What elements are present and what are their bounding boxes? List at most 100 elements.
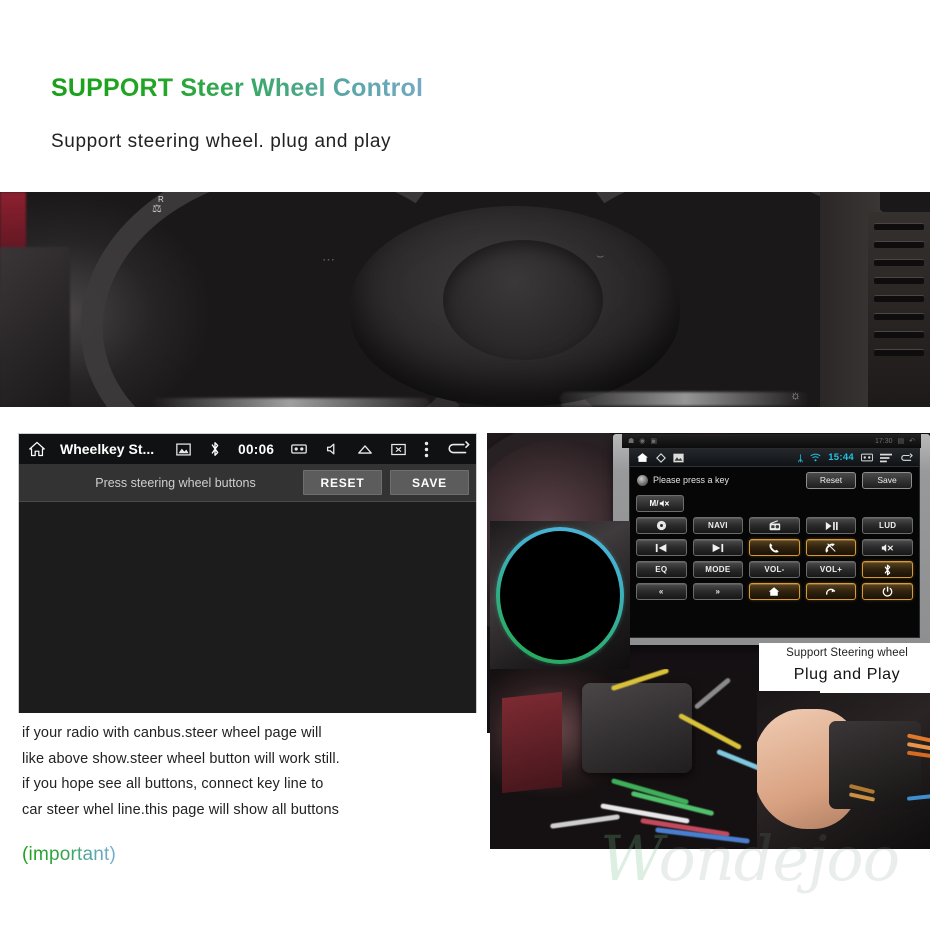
volume-icon[interactable] xyxy=(325,442,339,456)
radio-clock: 15:44 xyxy=(828,452,854,463)
page-title-rest: Steer Wheel Control xyxy=(173,74,424,102)
home-icon xyxy=(769,587,780,596)
key-lud[interactable]: LUD xyxy=(862,517,913,534)
caption-line: if you hope see all buttons, connect key… xyxy=(22,776,324,792)
page-header: SUPPORT Steer Wheel Control Support stee… xyxy=(0,0,930,192)
bezel-card-icon: ▤ xyxy=(897,438,905,445)
key-indicator-icon xyxy=(637,474,648,486)
page-subtitle: Support steering wheel. plug and play xyxy=(51,131,392,152)
wifi-icon[interactable] xyxy=(810,449,821,467)
caption-line: like above show.steer wheel button will … xyxy=(22,750,340,767)
hero-chrome-trim-left xyxy=(150,398,430,407)
lower-section: Wheelkey St... 00:06 Press steering whee… xyxy=(0,407,930,930)
key-return[interactable] xyxy=(805,583,857,600)
closeup-highlight-ring xyxy=(496,527,624,664)
bluetooth-icon[interactable]: ᛦ xyxy=(798,453,803,463)
product-promo-page: SUPPORT Steer Wheel Control Support stee… xyxy=(0,0,930,930)
key-next-track[interactable] xyxy=(692,539,744,556)
key-volume-down[interactable]: VOL- xyxy=(749,561,800,578)
caption-line: if your radio with canbus.steer wheel pa… xyxy=(22,725,322,741)
key-rewind[interactable]: « xyxy=(636,583,687,600)
radio-key-grid: NAVI LUD EQ MODE VOL- VOL+ « » xyxy=(636,517,913,600)
key-home[interactable] xyxy=(749,583,800,600)
key-hangup[interactable] xyxy=(805,539,857,556)
android-wheelkey-app-screenshot: Wheelkey St... 00:06 Press steering whee… xyxy=(18,433,477,713)
android-key-list-area xyxy=(19,502,476,713)
disc-icon xyxy=(656,520,666,531)
right-photo-collage: ☗ ◉ ▣ 17:30 ▤ ↶ ᛦ 15:44 Please press a k… xyxy=(487,433,930,930)
car-radio-head-unit: ☗ ◉ ▣ 17:30 ▤ ↶ ᛦ 15:44 Please press a k… xyxy=(613,434,930,645)
key-play-pause[interactable] xyxy=(805,517,857,534)
radio-save-button[interactable]: Save xyxy=(862,471,912,489)
collage-bottom-white xyxy=(487,849,930,930)
important-note: (important) xyxy=(22,844,117,865)
steering-wheel-closeup: ▲ OK ☉ ☉ ▼ ↶ xyxy=(490,521,630,671)
back-icon[interactable] xyxy=(447,441,470,457)
key-mute[interactable] xyxy=(862,539,913,556)
overflow-menu-icon[interactable] xyxy=(424,441,429,458)
diamond-icon[interactable] xyxy=(656,452,666,463)
bluetooth-icon xyxy=(884,564,891,575)
radio-mute-toggle-button[interactable]: M/ xyxy=(636,495,684,512)
hero-airbag-cover xyxy=(443,240,603,360)
caption-line: car steer whel line.this page will show … xyxy=(22,801,340,818)
screen-off-icon[interactable] xyxy=(391,443,406,456)
save-button[interactable]: SAVE xyxy=(390,470,469,495)
phone-icon xyxy=(769,542,780,553)
key-bluetooth[interactable] xyxy=(862,561,913,578)
radio-outer-bezel: ☗ ◉ ▣ 17:30 ▤ ↶ xyxy=(622,434,921,448)
hand-holding-connector-photo xyxy=(757,691,930,851)
android-status-bar: Wheelkey St... 00:06 xyxy=(19,434,476,464)
radio-screen: ᛦ 15:44 Please press a key Reset Save M/… xyxy=(629,448,920,638)
key-radio[interactable] xyxy=(749,517,800,534)
prev-track-icon xyxy=(655,543,667,552)
hero-left-dash xyxy=(0,247,70,407)
image-icon[interactable] xyxy=(673,453,684,463)
eject-icon[interactable] xyxy=(357,443,373,456)
key-navi[interactable]: NAVI xyxy=(692,517,744,534)
bluetooth-icon[interactable] xyxy=(209,441,221,457)
hero-air-vents xyxy=(868,212,930,407)
key-eq[interactable]: EQ xyxy=(636,561,687,578)
key-power[interactable] xyxy=(862,583,913,600)
radio-mute-label: M/ xyxy=(649,499,659,508)
sd-card-icon[interactable] xyxy=(291,443,308,455)
status-clock: 00:06 xyxy=(238,441,275,457)
reset-button[interactable]: RESET xyxy=(303,470,382,495)
wire-green xyxy=(610,778,690,805)
promo-line-2: Plug and Play xyxy=(793,666,901,683)
key-volume-up[interactable]: VOL+ xyxy=(805,561,857,578)
menu-icon[interactable] xyxy=(880,453,892,463)
radio-toolbar: Please press a key Reset Save xyxy=(630,467,919,493)
mute-icon xyxy=(660,500,670,507)
sd-card-icon[interactable] xyxy=(861,453,873,462)
power-icon xyxy=(882,586,893,597)
radio-icon xyxy=(769,520,781,531)
back-icon[interactable] xyxy=(899,452,913,463)
key-disc[interactable] xyxy=(636,517,687,534)
home-icon[interactable] xyxy=(636,452,649,463)
home-icon[interactable] xyxy=(28,440,46,458)
key-fast-forward[interactable]: » xyxy=(692,583,744,600)
harness-black-module xyxy=(582,683,692,773)
page-title-strong: SUPPORT xyxy=(51,74,174,102)
image-icon[interactable] xyxy=(176,442,191,456)
key-prev-track[interactable] xyxy=(636,539,687,556)
hero-chrome-trim-right xyxy=(560,392,810,406)
return-icon xyxy=(826,588,836,595)
bezel-image-icon: ▣ xyxy=(650,438,658,445)
page-title: SUPPORT Steer Wheel Control xyxy=(51,74,423,103)
wire-grey-2 xyxy=(693,677,732,710)
please-press-key-hint: Please press a key xyxy=(653,475,730,485)
hangup-icon xyxy=(825,542,836,553)
key-mode[interactable]: MODE xyxy=(692,561,744,578)
reverse-letter-icon: R xyxy=(158,195,164,204)
bezel-dot-icon: ◉ xyxy=(639,438,646,445)
promo-line-1: Support Steering wheel xyxy=(786,647,908,659)
steering-wheel-hero-photo: ⚖ R LIM + ⋯ ⌣ MODE + − ☎ ☞ xyxy=(0,192,930,407)
key-phone[interactable] xyxy=(749,539,800,556)
hero-spoke-glyph-right: ⌣ xyxy=(596,248,605,263)
hero-light-icon: ☼ xyxy=(790,388,801,402)
press-buttons-hint: Press steering wheel buttons xyxy=(95,475,256,490)
radio-reset-button[interactable]: Reset xyxy=(806,471,856,489)
